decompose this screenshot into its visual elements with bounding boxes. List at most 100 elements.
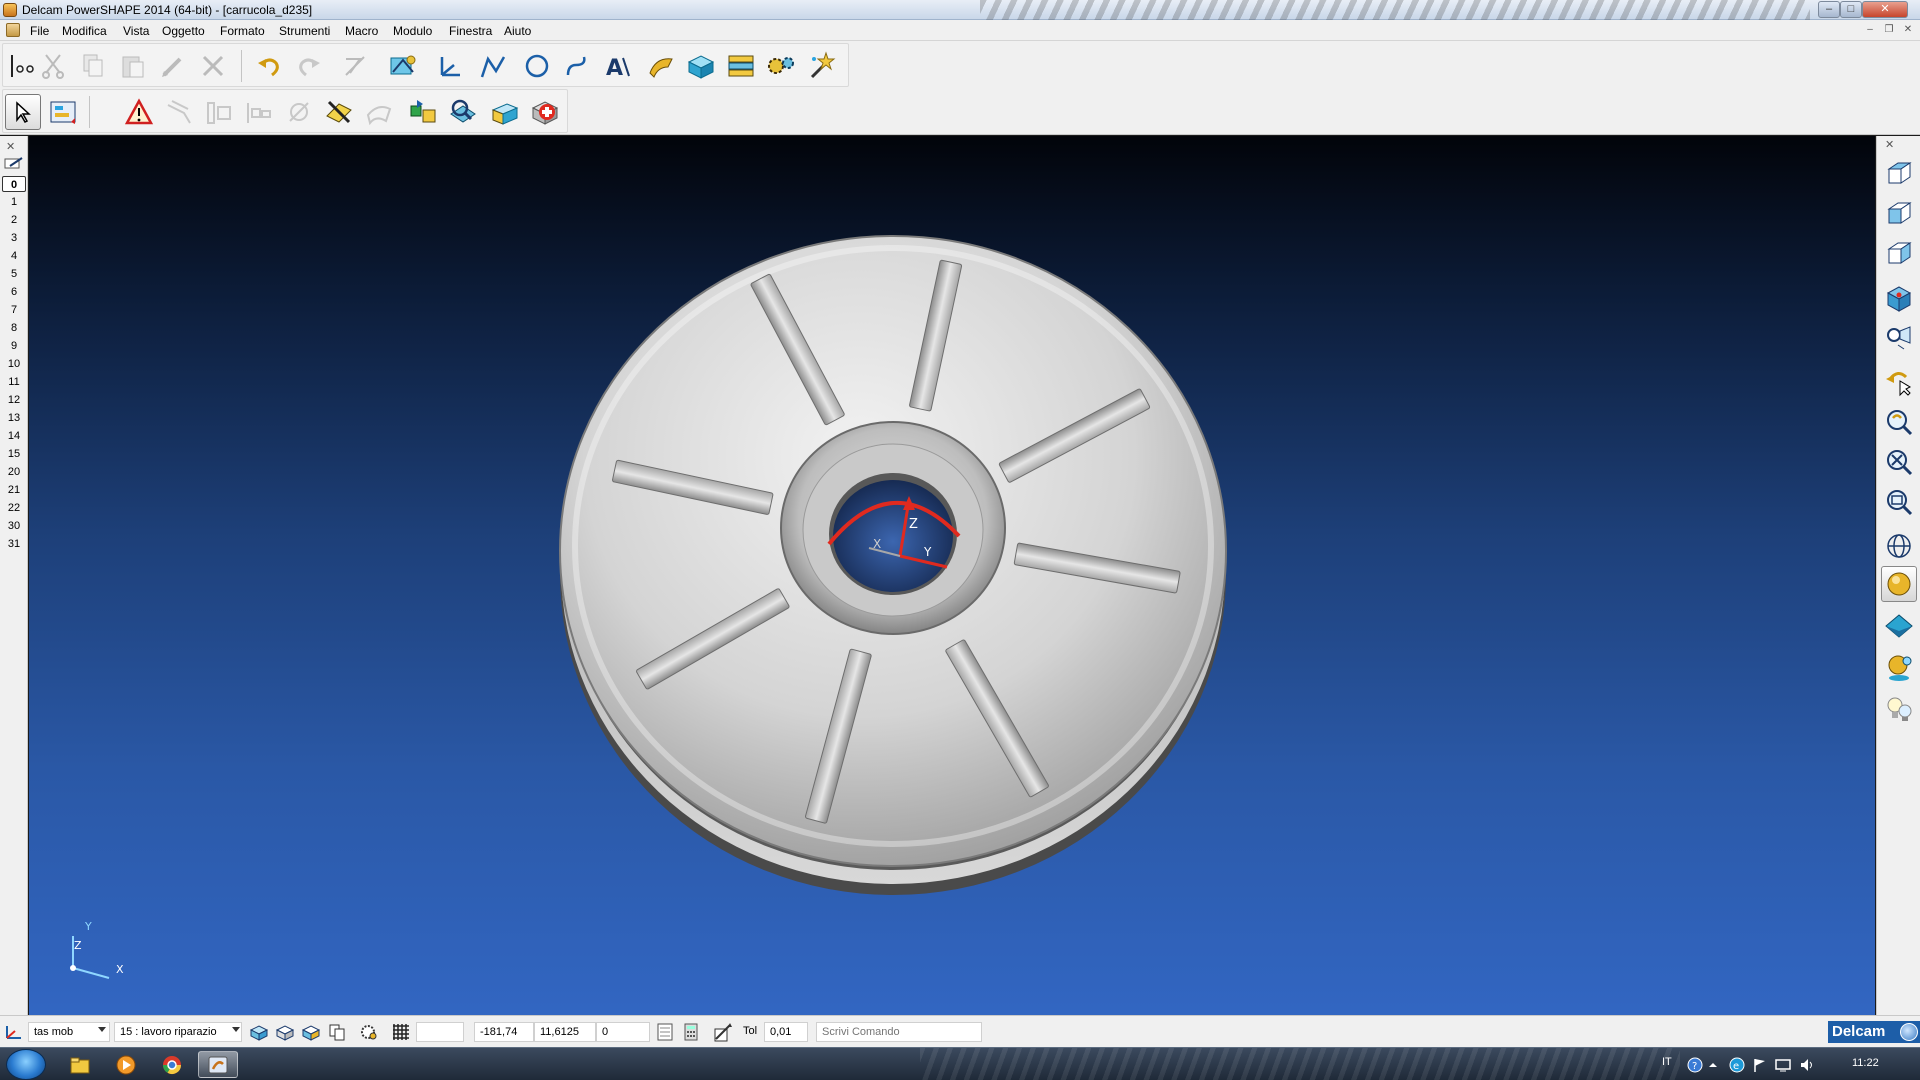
tray-help-icon[interactable]: ? <box>1684 1051 1706 1078</box>
menu-formato[interactable]: Formato <box>220 24 265 38</box>
menu-vista[interactable]: Vista <box>123 24 149 38</box>
menu-finestra[interactable]: Finestra <box>449 24 492 38</box>
command-input[interactable] <box>816 1022 982 1042</box>
view-toolbar-close-icon[interactable]: ✕ <box>1885 138 1894 151</box>
redo-icon[interactable] <box>291 48 327 84</box>
group-icon[interactable] <box>361 94 397 130</box>
level-item[interactable]: 4 <box>2 248 26 264</box>
menu-macro[interactable]: Macro <box>345 24 378 38</box>
menu-file[interactable]: File <box>30 24 49 38</box>
minimize-button[interactable]: – <box>1818 1 1840 18</box>
tray-volume-icon[interactable] <box>1796 1051 1818 1078</box>
solid-icon[interactable] <box>683 48 719 84</box>
fix-surfaces-icon[interactable] <box>321 94 357 130</box>
solid-features-icon[interactable] <box>405 94 441 130</box>
workplane-icon[interactable] <box>431 48 467 84</box>
level-item[interactable]: 12 <box>2 392 26 408</box>
cut-icon[interactable] <box>35 48 71 84</box>
tray-network-icon[interactable]: e <box>1726 1051 1748 1078</box>
level-item[interactable]: 11 <box>2 374 26 390</box>
wizard-icon[interactable] <box>803 48 839 84</box>
level-item[interactable]: 10 <box>2 356 26 372</box>
select-layer-icon[interactable] <box>274 1021 296 1043</box>
workplane-dropdown-icon[interactable] <box>98 1027 106 1032</box>
level-item[interactable]: 15 <box>2 446 26 462</box>
calculator-icon[interactable] <box>680 1021 702 1043</box>
zoom-box-icon[interactable] <box>1881 484 1917 520</box>
level-item[interactable]: 5 <box>2 266 26 282</box>
app-icon[interactable] <box>3 3 17 17</box>
level-item[interactable]: 31 <box>2 536 26 552</box>
level-item[interactable]: 20 <box>2 464 26 480</box>
general-edits-icon[interactable] <box>385 48 421 84</box>
view-iso-icon[interactable] <box>1881 280 1917 316</box>
level-item[interactable]: 21 <box>2 482 26 498</box>
level-item[interactable]: 13 <box>2 410 26 426</box>
wireframe-icon[interactable] <box>1881 528 1917 564</box>
level-item[interactable]: 22 <box>2 500 26 516</box>
menu-aiuto[interactable]: Aiuto <box>504 24 531 38</box>
mdi-restore-button[interactable]: ❐ <box>1881 23 1897 37</box>
tolerance-field[interactable]: 0,01 <box>764 1022 808 1042</box>
level-item[interactable]: 6 <box>2 284 26 300</box>
copy-icon[interactable] <box>75 48 111 84</box>
taskbar-explorer-icon[interactable] <box>60 1051 100 1078</box>
repair-icon[interactable] <box>527 94 563 130</box>
lights-icon[interactable] <box>1881 690 1917 726</box>
blank-surface-icon[interactable] <box>161 94 197 130</box>
assembly-icon[interactable] <box>723 48 759 84</box>
view-front-icon[interactable] <box>1881 196 1917 232</box>
shell-icon[interactable] <box>487 94 523 130</box>
level-item[interactable]: 2 <box>2 212 26 228</box>
workplane-status-icon[interactable] <box>2 1021 24 1043</box>
sketch-icon[interactable] <box>337 48 373 84</box>
menu-strumenti[interactable]: Strumenti <box>279 24 330 38</box>
levels-edit-icon[interactable] <box>4 156 24 170</box>
tray-display-icon[interactable] <box>1772 1051 1794 1078</box>
pulley-model[interactable] <box>559 235 1227 895</box>
select-copy-icon[interactable] <box>326 1021 348 1043</box>
edit-object-icon[interactable] <box>155 48 191 84</box>
graphics-viewport[interactable]: Z X Y Y Z X <box>29 136 1875 1015</box>
menu-modulo[interactable]: Modulo <box>393 24 432 38</box>
draft-shading-icon[interactable] <box>1881 608 1917 644</box>
level-item[interactable]: 8 <box>2 320 26 336</box>
transform-icon[interactable] <box>281 94 317 130</box>
calculator-list-icon[interactable] <box>654 1021 676 1043</box>
mdi-close-button[interactable]: ✕ <box>1900 23 1916 37</box>
undo-icon[interactable] <box>251 48 287 84</box>
menu-oggetto[interactable]: Oggetto <box>162 24 205 38</box>
zoom-extents-icon[interactable] <box>1881 444 1917 480</box>
taskbar-powershape-icon[interactable] <box>198 1051 238 1078</box>
level-item[interactable]: 30 <box>2 518 26 534</box>
snap-settings-icon[interactable] <box>358 1021 380 1043</box>
text-icon[interactable]: A <box>601 48 637 84</box>
shaded-icon[interactable] <box>1881 566 1917 602</box>
tray-expand-icon[interactable] <box>1706 1051 1720 1078</box>
level-item[interactable]: 3 <box>2 230 26 246</box>
arc-circle-icon[interactable] <box>519 48 555 84</box>
surface-icon[interactable] <box>643 48 679 84</box>
mdi-minimize-button[interactable]: – <box>1862 23 1878 37</box>
zoom-icon[interactable] <box>1881 404 1917 440</box>
feature-gears-icon[interactable] <box>763 48 799 84</box>
tray-flag-icon[interactable] <box>1750 1051 1770 1078</box>
close-button[interactable]: ✕ <box>1862 1 1908 18</box>
level-item[interactable]: 9 <box>2 338 26 354</box>
distribute-icon[interactable] <box>241 94 277 130</box>
level-item[interactable]: 7 <box>2 302 26 318</box>
analysis-icon[interactable] <box>445 94 481 130</box>
maximize-button[interactable]: □ <box>1840 1 1862 18</box>
select-arrow-icon[interactable] <box>5 94 41 130</box>
view-top-icon[interactable] <box>1881 156 1917 192</box>
document-icon[interactable] <box>6 23 20 37</box>
warning-icon[interactable] <box>121 94 157 130</box>
level-item[interactable]: 1 <box>2 194 26 210</box>
taskbar-chrome-icon[interactable] <box>152 1051 192 1078</box>
select-level-icon[interactable] <box>248 1021 270 1043</box>
level-current[interactable]: 0 <box>2 176 26 192</box>
taskbar-media-player-icon[interactable] <box>106 1051 146 1078</box>
paste-icon[interactable] <box>115 48 151 84</box>
levels-close-icon[interactable]: ✕ <box>6 140 15 153</box>
tolerance-icon[interactable] <box>712 1021 734 1043</box>
